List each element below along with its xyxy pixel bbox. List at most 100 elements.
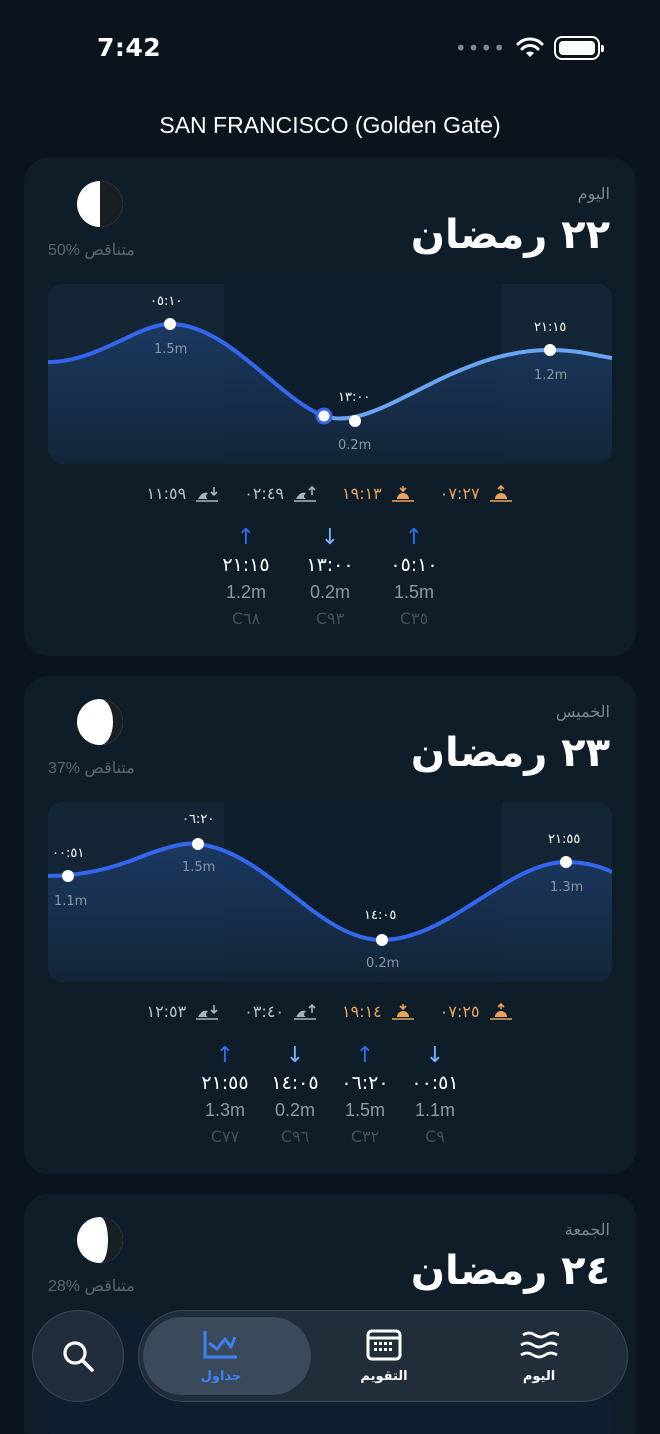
chart-height-label: 1.3m <box>550 880 584 895</box>
moonset-icon <box>196 486 219 502</box>
moon-phase-label: 37% متناقص <box>48 760 135 777</box>
sunrise-time: ٠٧:٢٧ <box>439 484 480 503</box>
day-card[interactable]: 50% متناقص اليوم ٢٢ رمضان ٠٥:١٠ 1.5m ١٣:… <box>24 158 636 656</box>
tide-entry: ↑ ٠٦:٢٠ 1.5m C٣٢ <box>336 1043 394 1147</box>
signal-dots-icon: •••• <box>454 36 506 60</box>
chart-height-label: 0.2m <box>338 438 372 453</box>
chart-time-label: ٠٠:٥١ <box>52 846 85 861</box>
moonrise-icon <box>294 485 316 502</box>
moonrise-event: ٠٢:٤٩ <box>244 484 318 503</box>
moon-phase-icon <box>77 1217 123 1263</box>
moonrise-event: ٠٣:٤٠ <box>244 1002 318 1021</box>
chart-time-label: ٠٥:١٠ <box>150 294 183 309</box>
chart-height-label: 1.2m <box>534 368 568 383</box>
tide-height: 1.1m <box>414 1100 456 1120</box>
tide-entry: ↓ ٠٠:٥١ 1.1m C٩ <box>406 1043 464 1147</box>
moonset-event: ١١:٥٩ <box>146 484 220 503</box>
high-tide-arrow-icon: ↑ <box>355 1043 375 1068</box>
tide-point <box>376 934 388 946</box>
tide-point <box>62 870 74 882</box>
search-button[interactable] <box>32 1310 124 1402</box>
status-bar: 7:42 •••• <box>0 0 660 100</box>
chart-time-label: ٢١:١٥ <box>534 320 567 335</box>
moonset-event: ١٢:٥٣ <box>146 1002 220 1021</box>
sunset-icon <box>391 485 414 502</box>
status-icons: •••• <box>454 36 604 60</box>
moon-phase-label: 50% متناقص <box>48 242 135 259</box>
day-label: اليوم <box>577 186 610 203</box>
chart-time-label: ٠٦:٢٠ <box>182 812 215 827</box>
tide-point <box>164 318 176 330</box>
tab-label: جداول <box>200 1369 242 1384</box>
tide-entry: ↑ ٠٥:١٠ 1.5m C٣٥ <box>385 525 443 629</box>
tide-list: ↑ ٢١:١٥ 1.2m C٦٨ ↓ ١٣:٠٠ 0.2m C٩٣ ↑ ٠٥:١… <box>24 525 636 629</box>
sunset-time: ١٩:١٤ <box>342 1002 382 1021</box>
high-tide-arrow-icon: ↑ <box>215 1043 235 1068</box>
tide-time: ٠٥:١٠ <box>390 554 438 576</box>
chart-height-label: 1.1m <box>54 894 88 909</box>
chart-height-label: 0.2m <box>366 956 400 971</box>
sunrise-time: ٠٧:٢٥ <box>439 1002 480 1021</box>
now-marker <box>315 407 333 425</box>
moonset-time: ١٢:٥٣ <box>146 1002 187 1021</box>
status-time: 7:42 <box>97 33 162 62</box>
tab-tables[interactable]: جداول <box>139 1311 311 1403</box>
chart-time-label: ١٣:٠٠ <box>338 390 371 405</box>
search-icon <box>63 1341 94 1372</box>
tab-today[interactable]: اليوم <box>457 1311 621 1403</box>
tide-coefficient: C٦٨ <box>231 609 261 628</box>
high-tide-arrow-icon: ↑ <box>236 525 256 550</box>
moonset-icon <box>196 1004 219 1020</box>
astro-events: ١١:٥٩ ٠٢:٤٩ ١٩:١٣ ٠٧:٢٧ <box>24 484 636 503</box>
location-title[interactable]: SAN FRANCISCO (Golden Gate) <box>0 112 660 139</box>
tide-chart[interactable]: ٠٥:١٠ 1.5m ١٣:٠٠ 0.2m ٢١:١٥ 1.2m <box>48 284 612 464</box>
tide-point <box>544 344 556 356</box>
low-tide-arrow-icon: ↓ <box>425 1043 445 1068</box>
tide-chart[interactable]: ٠٠:٥١ 1.1m ٠٦:٢٠ 1.5m ١٤:٠٥ 0.2m ٢١:٥٥ 1… <box>48 802 612 982</box>
tide-point <box>349 415 361 427</box>
tide-entry: ↓ ١٣:٠٠ 0.2m C٩٣ <box>301 525 359 629</box>
tide-time: ٢١:١٥ <box>222 554 270 576</box>
sunrise-icon <box>489 484 512 502</box>
tide-height: 1.2m <box>225 582 267 602</box>
tide-coefficient: C٩ <box>425 1127 445 1146</box>
tab-label: التقويم <box>360 1369 408 1384</box>
tide-entry: ↑ ٢١:١٥ 1.2m C٦٨ <box>217 525 275 629</box>
tide-coefficient: C٧٧ <box>210 1127 240 1146</box>
tide-coefficient: C٩٣ <box>315 609 345 628</box>
sunset-icon <box>391 1003 414 1020</box>
battery-icon <box>554 36 604 60</box>
moonrise-time: ٠٢:٤٩ <box>244 484 284 503</box>
tide-height: 1.5m <box>393 582 435 602</box>
tide-height: 0.2m <box>274 1100 316 1120</box>
chart-height-label: 1.5m <box>182 860 216 875</box>
sunrise-event: ٠٧:٢٥ <box>440 1002 514 1021</box>
moonrise-time: ٠٣:٤٠ <box>244 1002 284 1021</box>
tide-time: ٠٠:٥١ <box>411 1072 459 1094</box>
tab-label: اليوم <box>522 1369 556 1384</box>
wifi-icon <box>516 37 544 57</box>
chart-time-label: ١٤:٠٥ <box>364 908 397 923</box>
tide-time: ١٣:٠٠ <box>306 554 354 576</box>
moonrise-icon <box>294 1003 316 1020</box>
low-tide-arrow-icon: ↓ <box>320 525 340 550</box>
calendar-icon <box>366 1329 402 1361</box>
day-card[interactable]: 37% متناقص الخميس ٢٣ رمضان ٠٠:٥١ 1.1m ٠٦… <box>24 676 636 1174</box>
moon-phase-label: 28% متناقص <box>48 1278 135 1295</box>
low-tide-arrow-icon: ↓ <box>285 1043 305 1068</box>
tide-entry: ↑ ٢١:٥٥ 1.3m C٧٧ <box>196 1043 254 1147</box>
chart-height-label: 1.5m <box>154 342 188 357</box>
tide-time: ٢١:٥٥ <box>201 1072 249 1094</box>
moon-phase-icon <box>77 181 123 227</box>
day-label: الجمعة <box>564 1222 610 1239</box>
high-tide-arrow-icon: ↑ <box>404 525 424 550</box>
astro-events: ١٢:٥٣ ٠٣:٤٠ ١٩:١٤ ٠٧:٢٥ <box>24 1002 636 1021</box>
moon-phase-icon <box>77 699 123 745</box>
tab-calendar[interactable]: التقويم <box>302 1311 466 1403</box>
date-title: ٢٢ رمضان <box>410 212 610 258</box>
day-label: الخميس <box>555 704 610 721</box>
tide-time: ٠٦:٢٠ <box>341 1072 389 1094</box>
sunset-time: ١٩:١٣ <box>342 484 382 503</box>
tide-point <box>192 838 204 850</box>
sunset-event: ١٩:١٣ <box>342 484 416 503</box>
